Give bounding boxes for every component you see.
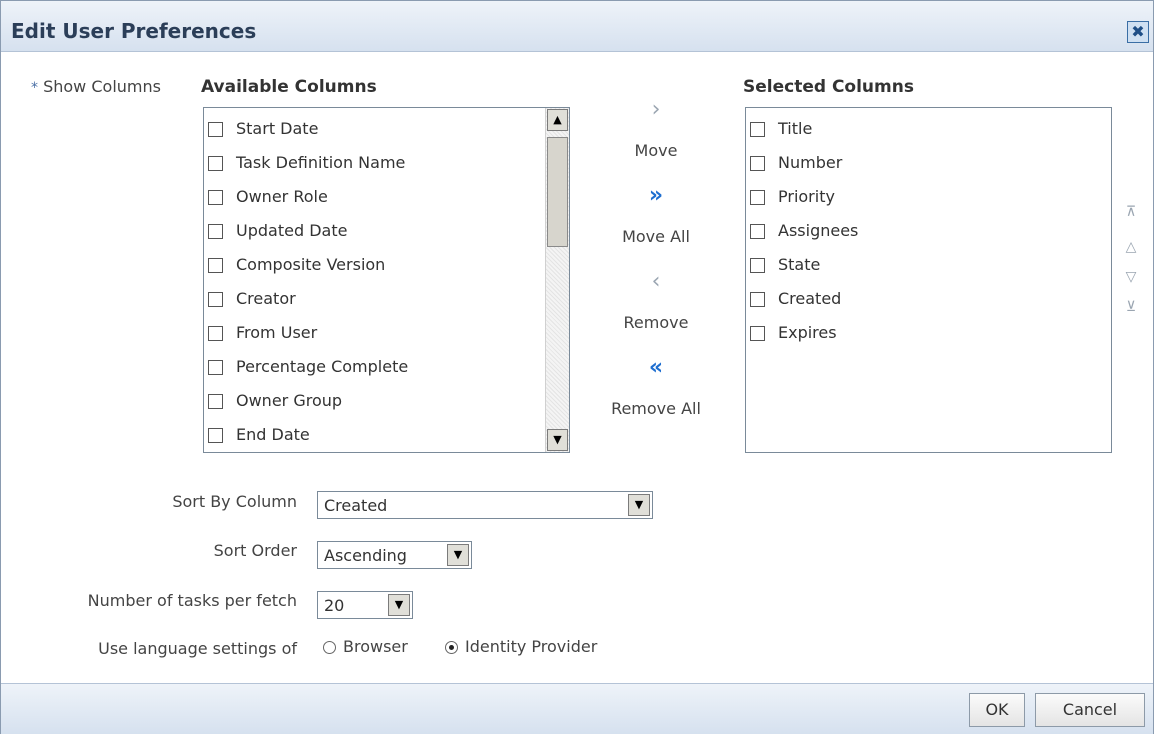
scroll-down-button[interactable]: ▼ — [547, 429, 568, 451]
available-columns-list[interactable]: Start Date Task Definition Name Owner Role… — [203, 107, 570, 453]
language-settings-label: Use language settings of — [98, 639, 297, 658]
move-to-top-icon[interactable]: ⊼ — [1121, 204, 1141, 220]
sort-order-label: Sort Order — [213, 541, 297, 560]
list-item-label: Expires — [778, 323, 837, 342]
close-icon: ✖ — [1131, 22, 1145, 41]
move-down-icon[interactable]: ▽ — [1121, 269, 1141, 285]
checkbox[interactable] — [208, 360, 223, 375]
chevron-right-icon: › — [651, 97, 661, 122]
selected-columns-list[interactable]: Title Number Priority Assignees State Created… — [745, 107, 1112, 453]
selected-columns-header: Selected Columns — [743, 77, 914, 97]
move-button[interactable]: › Move — [601, 97, 711, 160]
sort-order-select[interactable]: Ascending ▼ — [317, 541, 472, 569]
sort-order-value: Ascending — [324, 546, 407, 565]
double-chevron-right-icon: » — [648, 183, 664, 208]
checkbox[interactable] — [208, 428, 223, 443]
double-chevron-left-icon: « — [648, 355, 664, 380]
list-item-label: Priority — [778, 187, 835, 206]
identity-provider-radio[interactable] — [445, 641, 458, 654]
move-up-icon[interactable]: △ — [1121, 239, 1141, 255]
dialog-titlebar: Edit User Preferences ✖ — [1, 1, 1153, 52]
dialog-title: Edit User Preferences — [11, 19, 257, 43]
checkbox[interactable] — [750, 258, 765, 273]
edit-user-preferences-dialog: Edit User Preferences ✖ * Show Columns A… — [0, 0, 1154, 734]
scroll-up-icon: ▲ — [553, 113, 562, 126]
list-item-label: Composite Version — [236, 255, 386, 274]
identity-provider-radio-label: Identity Provider — [465, 637, 598, 656]
checkbox[interactable] — [750, 122, 765, 137]
remove-button[interactable]: ‹ Remove — [601, 269, 711, 332]
checkbox[interactable] — [750, 190, 765, 205]
scroll-up-button[interactable]: ▲ — [547, 109, 568, 131]
list-item-label: Task Definition Name — [236, 153, 406, 172]
checkbox[interactable] — [208, 190, 223, 205]
checkbox[interactable] — [208, 394, 223, 409]
sort-by-dropdown-button[interactable]: ▼ — [628, 494, 650, 516]
remove-label: Remove — [623, 313, 689, 332]
checkbox[interactable] — [208, 258, 223, 273]
move-all-label: Move All — [622, 227, 690, 246]
scroll-thumb[interactable] — [547, 137, 568, 247]
list-item-label: Start Date — [236, 119, 319, 138]
remove-all-label: Remove All — [611, 399, 701, 418]
list-item-label: From User — [236, 323, 318, 342]
show-columns-text: Show Columns — [43, 77, 161, 96]
move-to-bottom-icon[interactable]: ⊻ — [1121, 299, 1141, 315]
list-item-label: State — [778, 255, 821, 274]
move-all-button[interactable]: » Move All — [601, 183, 711, 246]
remove-all-button[interactable]: « Remove All — [601, 355, 711, 418]
available-list-scrollbar[interactable]: ▲ ▼ — [545, 108, 569, 452]
list-item-label: End Date — [236, 425, 310, 444]
list-item-label: Updated Date — [236, 221, 348, 240]
show-columns-label: * Show Columns — [31, 77, 161, 96]
chevron-down-icon: ▼ — [394, 598, 404, 611]
sort-by-column-label: Sort By Column — [172, 492, 297, 511]
sort-order-dropdown-button[interactable]: ▼ — [447, 544, 469, 566]
tasks-per-fetch-value: 20 — [324, 596, 345, 615]
chevron-down-icon: ▼ — [634, 498, 644, 511]
list-item-label: Created — [778, 289, 842, 308]
checkbox[interactable] — [750, 326, 765, 341]
checkbox[interactable] — [208, 224, 223, 239]
cancel-button[interactable]: Cancel — [1035, 693, 1145, 727]
move-label: Move — [634, 141, 678, 160]
chevron-left-icon: ‹ — [651, 269, 661, 294]
list-item-label: Assignees — [778, 221, 859, 240]
tasks-per-fetch-select[interactable]: 20 ▼ — [317, 591, 413, 619]
list-item-label: Title — [778, 119, 813, 138]
list-item-label: Percentage Complete — [236, 357, 409, 376]
sort-by-column-select[interactable]: Created ▼ — [317, 491, 653, 519]
browser-radio[interactable] — [323, 641, 336, 654]
list-item-label: Number — [778, 153, 843, 172]
tasks-per-fetch-dropdown-button[interactable]: ▼ — [388, 594, 410, 616]
list-item-label: Owner Role — [236, 187, 328, 206]
required-indicator: * — [31, 80, 38, 96]
checkbox[interactable] — [208, 122, 223, 137]
scroll-down-icon: ▼ — [553, 433, 562, 446]
list-item-label: Creator — [236, 289, 296, 308]
ok-button[interactable]: OK — [969, 693, 1025, 727]
checkbox[interactable] — [750, 292, 765, 307]
sort-by-column-value: Created — [324, 496, 388, 515]
tasks-per-fetch-label: Number of tasks per fetch — [87, 591, 297, 610]
list-item-label: Owner Group — [236, 391, 343, 410]
checkbox[interactable] — [208, 292, 223, 307]
checkbox[interactable] — [750, 156, 765, 171]
checkbox[interactable] — [208, 156, 223, 171]
available-columns-header: Available Columns — [201, 77, 377, 97]
browser-radio-label: Browser — [343, 637, 408, 656]
checkbox[interactable] — [208, 326, 223, 341]
checkbox[interactable] — [750, 224, 765, 239]
close-button[interactable]: ✖ — [1127, 21, 1149, 43]
chevron-down-icon: ▼ — [453, 548, 463, 561]
